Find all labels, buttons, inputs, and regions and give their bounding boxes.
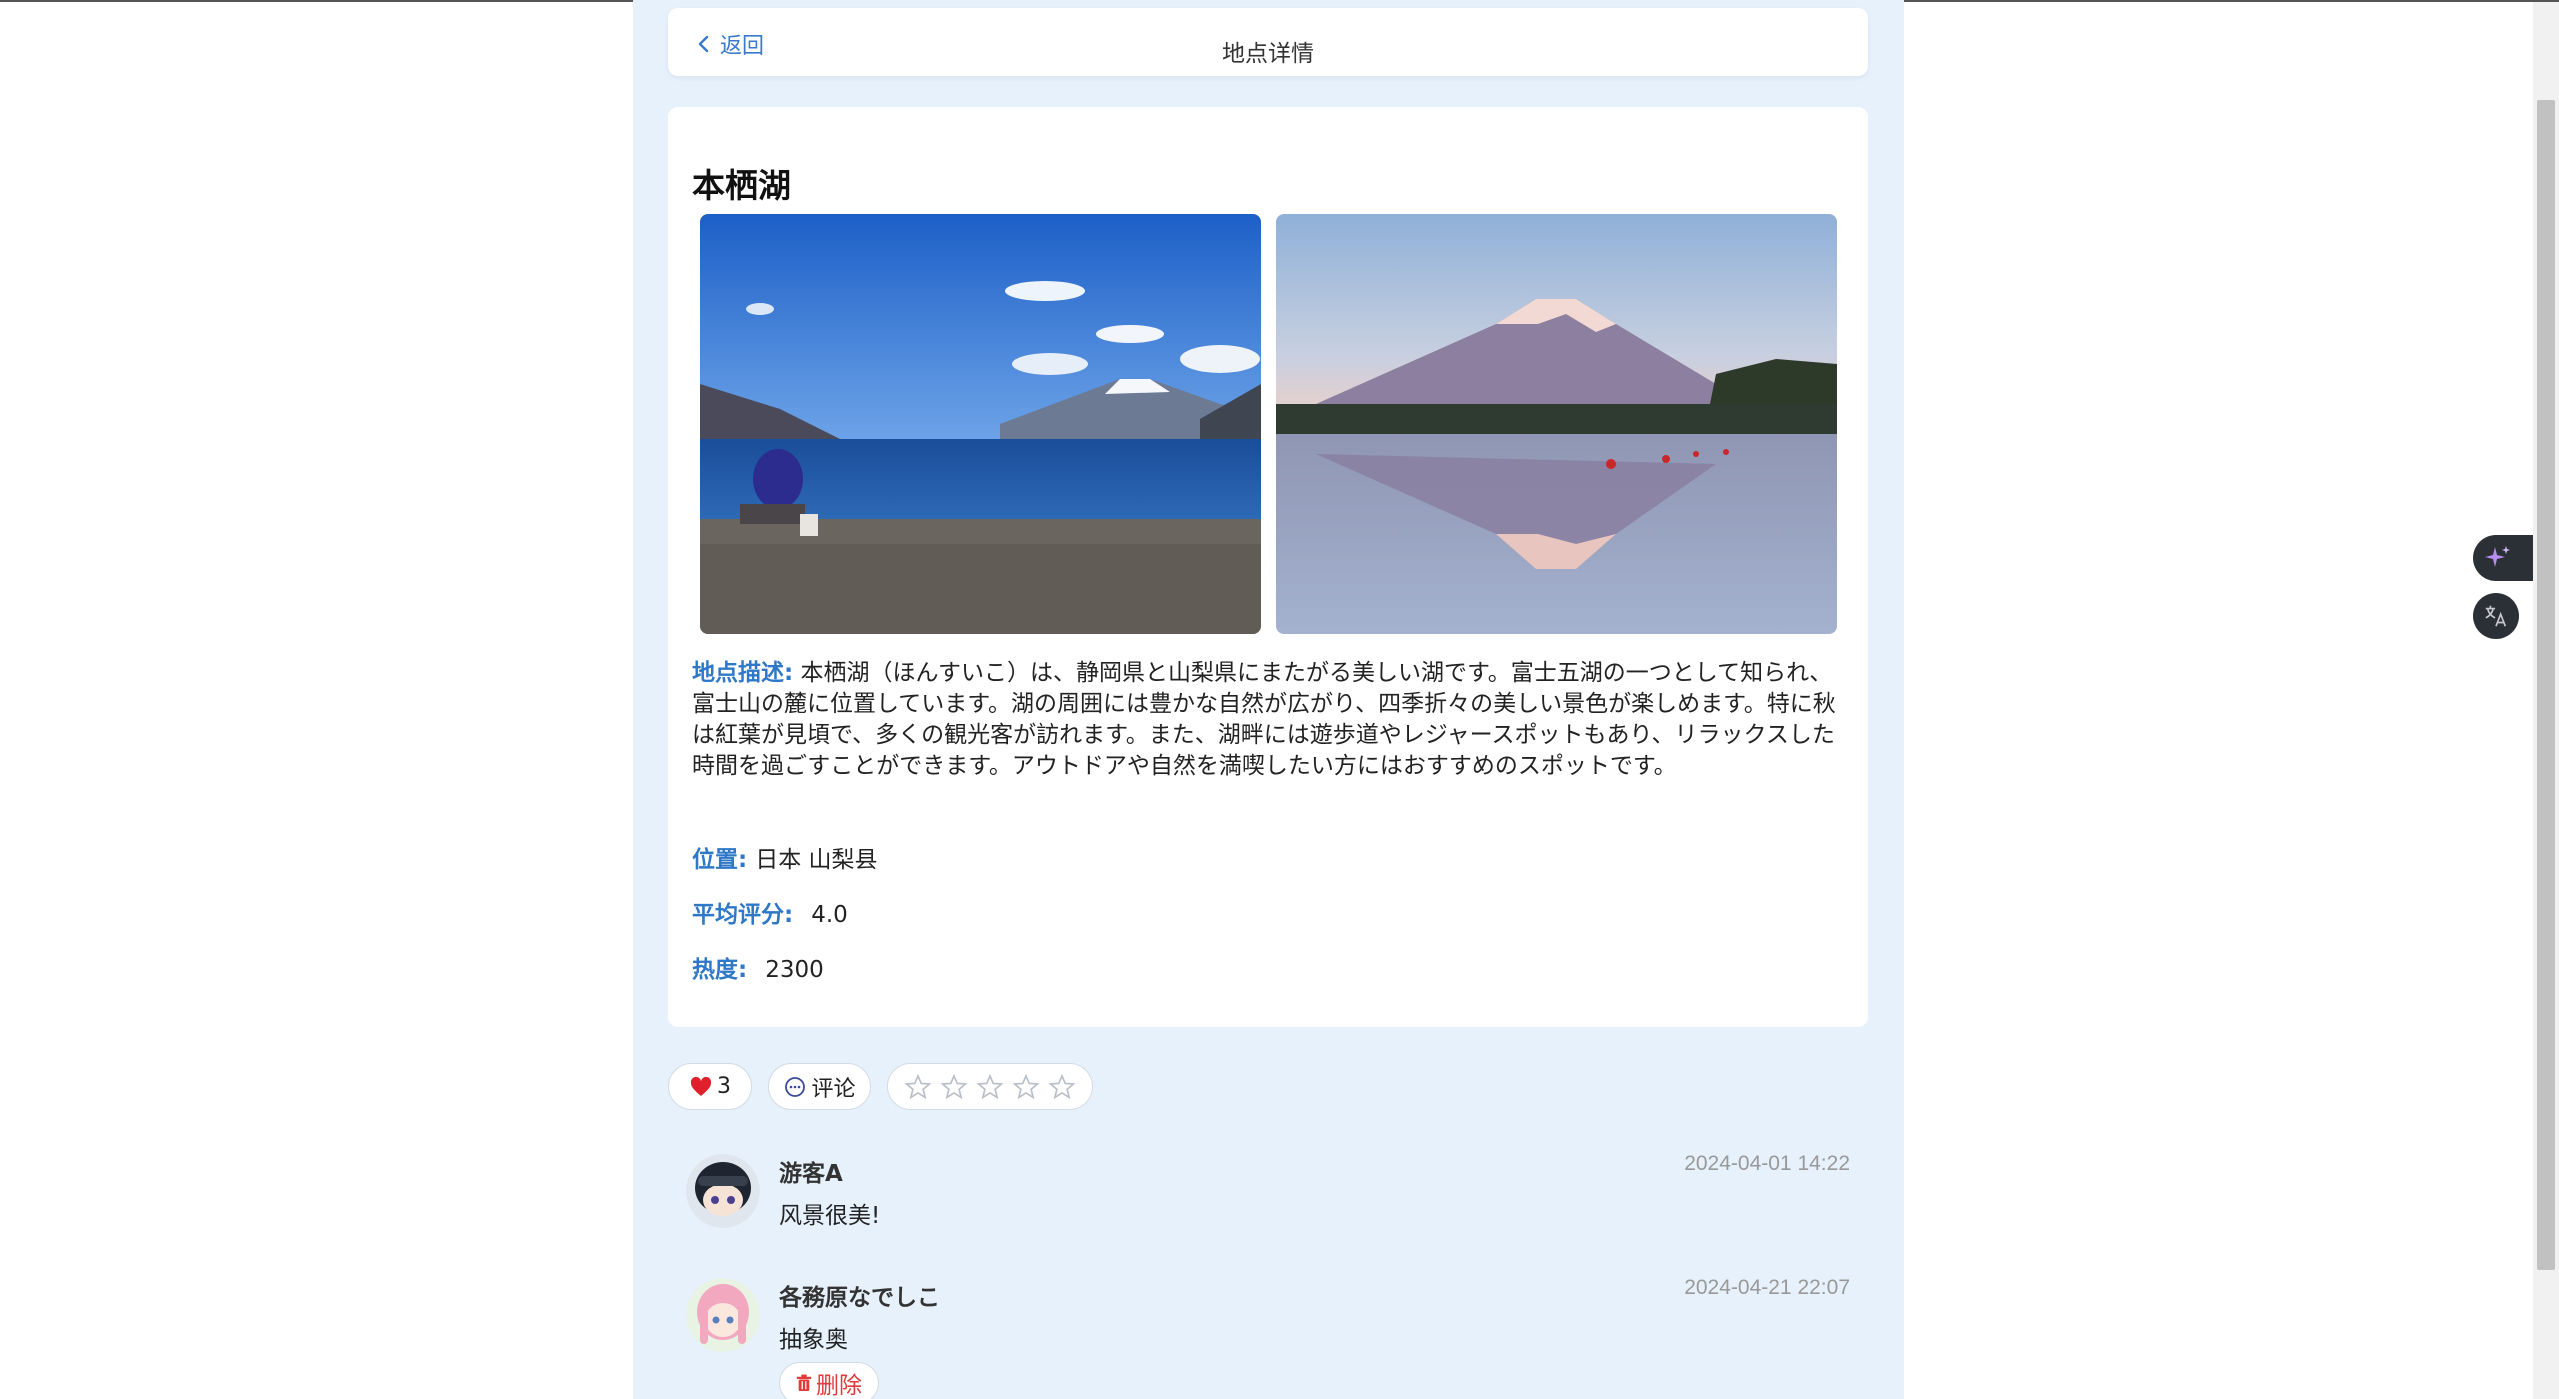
trash-icon (796, 1374, 812, 1391)
place-name: 本栖湖 (692, 166, 791, 205)
description-label: 地点描述: (692, 660, 794, 686)
place-description: 地点描述: 本栖湖（ほんすいこ）は、静岡県と山梨県にまたがる美しい湖です。富士五… (692, 658, 1852, 782)
comment-author[interactable]: 各務原なでしこ (779, 1278, 940, 1312)
heat-value: 2300 (765, 957, 824, 983)
heat-row: 热度: 2300 (692, 950, 824, 984)
translate-icon (2485, 605, 2507, 627)
sparkle-icon (2485, 546, 2510, 567)
star-icon[interactable] (1048, 1073, 1076, 1101)
description-text: 本栖湖（ほんすいこ）は、静岡県と山梨県にまたがる美しい湖です。富士五湖の一つとし… (692, 660, 1836, 779)
star-icon[interactable] (904, 1073, 932, 1101)
place-detail-card: 本栖湖 地点描述: 本栖湖（ほんすいこ）は、静岡県と山梨県にまたがる美しい湖です… (668, 107, 1868, 1027)
lake-shore-photo (700, 214, 1261, 634)
comment-text: 风景很美! (779, 1203, 881, 1229)
comment-author[interactable]: 游客A (779, 1154, 843, 1188)
comment-time: 2024-04-01 14:22 (1684, 1152, 1850, 1175)
delete-comment-button[interactable]: 删除 (779, 1362, 879, 1399)
rating-row: 平均评分: 4.0 (692, 895, 848, 929)
heart-icon (690, 1076, 712, 1096)
page-title: 地点详情 (1222, 41, 1314, 67)
comment-text: 抽象奥 (779, 1327, 848, 1353)
avatar[interactable] (686, 1278, 760, 1352)
page-header: 返回 地点详情 (668, 8, 1868, 76)
comment-time: 2024-04-21 22:07 (1684, 1276, 1850, 1299)
chat-bubble-icon (785, 1076, 806, 1097)
fuji-reflection-photo (1276, 214, 1837, 634)
star-rating-input[interactable] (887, 1063, 1093, 1110)
rating-label: 平均评分: (692, 902, 794, 928)
location-label: 位置: (692, 847, 748, 873)
avatar[interactable] (686, 1154, 760, 1228)
location-row: 位置: 日本 山梨县 (692, 840, 878, 874)
comment-item: 游客A 2024-04-01 14:22 风景很美! (668, 1150, 1868, 1260)
place-photo-lake-shore[interactable] (700, 214, 1261, 634)
like-count: 3 (717, 1074, 731, 1099)
location-value: 日本 山梨县 (755, 847, 878, 873)
scrollbar-thumb[interactable] (2537, 100, 2555, 1270)
rating-value: 4.0 (811, 902, 848, 928)
comment-label: 评论 (811, 1076, 856, 1102)
star-icon[interactable] (940, 1073, 968, 1101)
place-photo-fuji-reflection[interactable] (1276, 214, 1837, 634)
avatar-image (686, 1278, 760, 1352)
comment-item: 各務原なでしこ 2024-04-21 22:07 抽象奥 删除 (668, 1272, 1868, 1399)
ai-assistant-button[interactable] (2473, 535, 2535, 581)
delete-label: 删除 (816, 1373, 862, 1399)
translate-button[interactable] (2473, 593, 2519, 639)
star-icon[interactable] (1012, 1073, 1040, 1101)
heat-label: 热度: (692, 957, 748, 983)
like-button[interactable]: 3 (668, 1063, 752, 1110)
avatar-image (686, 1154, 760, 1228)
comment-button[interactable]: 评论 (768, 1063, 871, 1110)
star-icon[interactable] (976, 1073, 1004, 1101)
